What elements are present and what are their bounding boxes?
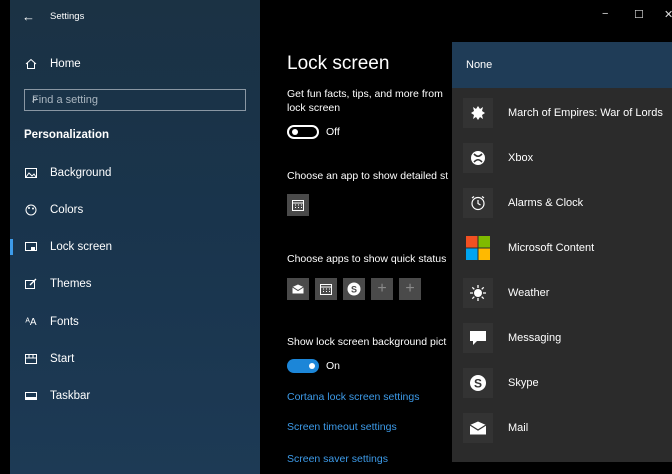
back-icon[interactable]: ← [22, 9, 35, 24]
taskbar-icon [24, 389, 38, 403]
quick-status-slot-mail[interactable] [287, 278, 309, 300]
sidebar-item-label: Colors [50, 204, 84, 216]
sidebar-item-label: Start [50, 353, 75, 365]
fun-facts-toggle[interactable] [287, 125, 319, 139]
flyout-item-march-of-empires[interactable]: March of Empires: War of Lords [452, 90, 672, 136]
fun-facts-line-2: lock screen [287, 102, 341, 114]
sidebar-item-label: Background [50, 167, 112, 179]
flyout-item-label: Alarms & Clock [508, 197, 584, 209]
quick-status-slot-add-2[interactable]: + [399, 278, 421, 300]
fun-facts-toggle-state: Off [326, 126, 340, 138]
section-heading: Personalization [24, 129, 109, 141]
microsoft-logo-icon [463, 233, 493, 263]
close-icon[interactable]: ✕ [664, 8, 672, 21]
app-picker-flyout: None March of Empires: War of Lords Xbox… [452, 42, 672, 462]
alarm-clock-icon [463, 188, 493, 218]
cortana-lock-screen-link[interactable]: Cortana lock screen settings [287, 391, 419, 403]
bg-picture-toggle-state: On [326, 360, 341, 372]
flyout-item-microsoft-content[interactable]: Microsoft Content [452, 225, 672, 271]
flyout-item-weather[interactable]: Weather [452, 270, 672, 316]
detailed-status-label: Choose an app to show detailed st [287, 170, 449, 182]
flyout-item-label: Microsoft Content [508, 242, 595, 254]
flyout-item-label: None [466, 59, 493, 71]
lock-screen-icon [24, 240, 38, 254]
sidebar-item-label: Home [50, 58, 81, 70]
sidebar-item-label: Lock screen [50, 241, 113, 253]
sidebar-item-label: Themes [50, 278, 92, 290]
flyout-item-label: March of Empires: War of Lords [508, 107, 663, 119]
title-bar: ← Settings [10, 0, 260, 32]
skype-icon: S [463, 368, 493, 398]
sidebar-item-background[interactable]: Background [10, 157, 260, 189]
sidebar-item-start[interactable]: Start [10, 343, 260, 375]
toggle-knob [292, 129, 298, 135]
march-of-empires-icon [463, 98, 493, 128]
plus-icon: + [405, 280, 415, 297]
mail-icon [292, 284, 304, 294]
fun-facts-label: Get fun facts, tips, and more from lock … [287, 87, 443, 115]
bg-picture-label: Show lock screen background pict [287, 336, 447, 348]
fonts-icon: ᴬA [25, 316, 37, 328]
flyout-item-alarms-clock[interactable]: Alarms & Clock [452, 180, 672, 226]
app-title: Settings [50, 11, 85, 22]
flyout-item-mail[interactable]: Mail [452, 405, 672, 451]
search-icon: ⌕ [32, 93, 39, 105]
flyout-item-label: Mail [508, 422, 529, 434]
home-icon [24, 57, 38, 71]
brush-icon [24, 277, 38, 291]
sidebar-item-label: Fonts [50, 316, 79, 328]
sidebar-item-colors[interactable]: Colors [10, 194, 260, 226]
quick-status-slot-calendar[interactable] [315, 278, 337, 300]
sidebar-item-home[interactable]: Home [10, 48, 260, 80]
quick-status-label: Choose apps to show quick status [287, 253, 447, 265]
message-bubble-icon [463, 323, 493, 353]
flyout-item-none[interactable]: None [452, 42, 672, 88]
flyout-item-label: Messaging [508, 332, 562, 344]
xbox-icon [463, 143, 493, 173]
search-input[interactable]: Find a setting ⌕ [24, 89, 246, 111]
toggle-knob [309, 363, 315, 369]
svg-text:S: S [474, 377, 482, 391]
maximize-icon[interactable]: ☐ [634, 8, 644, 21]
mail-icon [463, 413, 493, 443]
sun-icon [463, 278, 493, 308]
sidebar-item-taskbar[interactable]: Taskbar [10, 380, 260, 412]
flyout-item-skype[interactable]: S Skype [452, 360, 672, 406]
sidebar-item-label: Taskbar [50, 390, 91, 402]
flyout-item-messaging[interactable]: Messaging [452, 315, 672, 361]
screen-saver-link[interactable]: Screen saver settings [287, 453, 388, 465]
image-icon [24, 166, 38, 180]
calendar-icon [320, 284, 332, 295]
plus-icon: + [377, 280, 387, 297]
minimize-icon[interactable]: − [602, 8, 608, 20]
calendar-icon [292, 200, 304, 211]
fun-facts-line-1: Get fun facts, tips, and more from [287, 88, 443, 100]
bg-picture-toggle[interactable] [287, 359, 319, 373]
sidebar-item-themes[interactable]: Themes [10, 268, 260, 300]
quick-status-slot-add-1[interactable]: + [371, 278, 393, 300]
sidebar-item-lock-screen[interactable]: Lock screen [10, 231, 260, 263]
screen-timeout-link[interactable]: Screen timeout settings [287, 421, 397, 433]
sidebar-item-fonts[interactable]: ᴬA Fonts [10, 306, 260, 338]
flyout-item-label: Weather [508, 287, 550, 299]
start-icon [24, 352, 38, 366]
page-title: Lock screen [287, 53, 390, 74]
svg-text:S: S [351, 285, 357, 295]
detailed-status-app-button[interactable] [287, 194, 309, 216]
quick-status-slot-skype[interactable]: S [343, 278, 365, 300]
palette-icon [24, 203, 38, 217]
sidebar: ← Settings Home Find a setting ⌕ Persona… [10, 0, 260, 474]
flyout-item-label: Skype [508, 377, 539, 389]
flyout-item-xbox[interactable]: Xbox [452, 135, 672, 181]
flyout-item-label: Xbox [508, 152, 534, 164]
skype-icon: S [347, 282, 361, 296]
